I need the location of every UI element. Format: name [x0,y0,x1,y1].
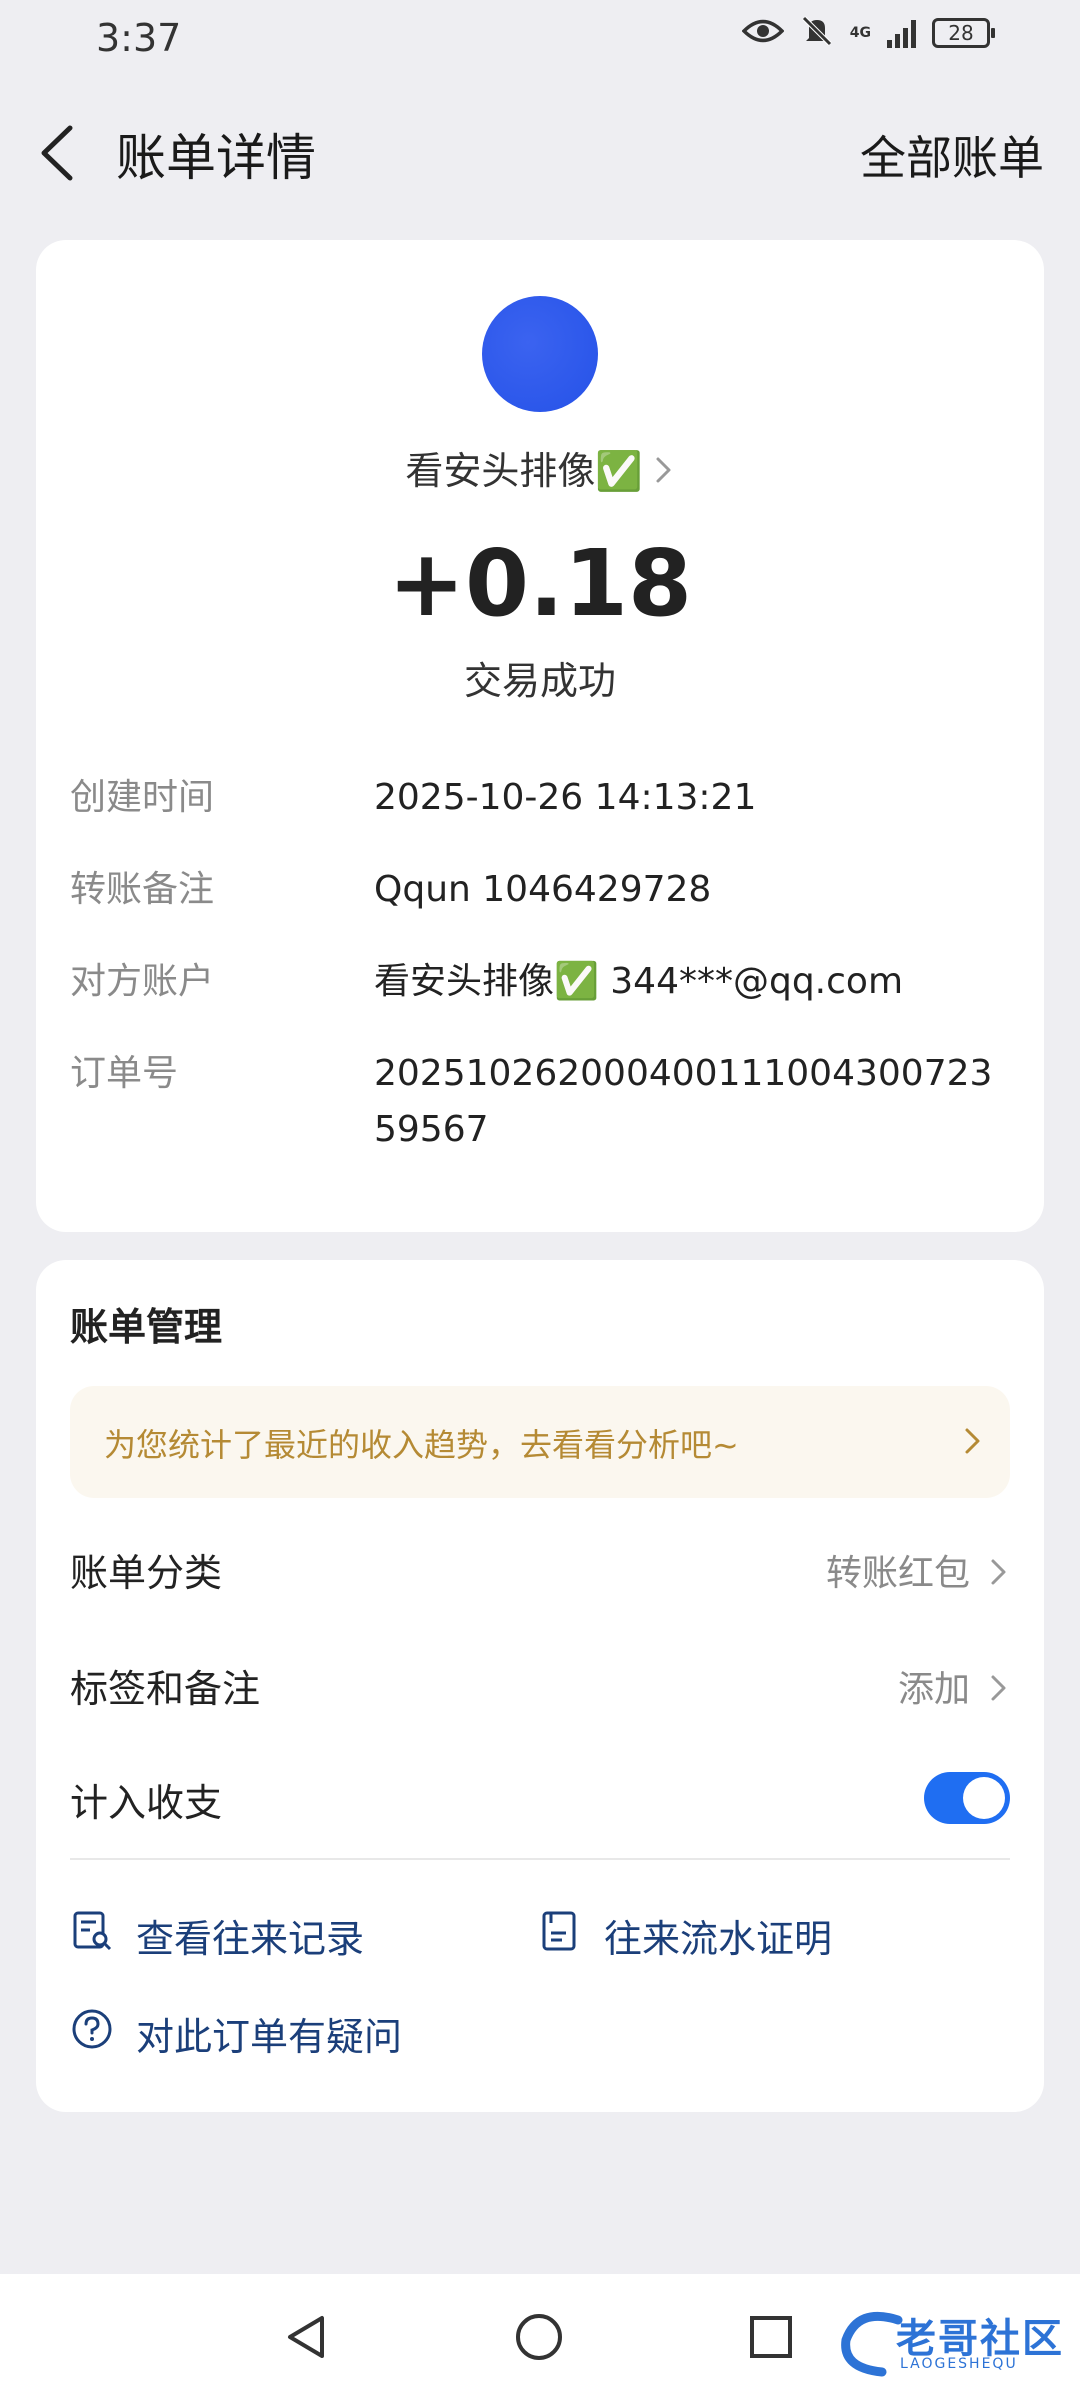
bill-management-card: 账单管理 为您统计了最近的收入趋势，去看看分析吧~ 账单分类 转账红包 标签和备… [36,1260,1044,2112]
triangle-back-icon [288,2316,324,2358]
all-bills-link[interactable]: 全部账单 [860,122,1044,188]
chevron-right-icon [653,452,675,496]
record-search-icon [70,1909,114,1962]
detail-value[interactable]: 20251026200040011100430072359567 [374,1046,1014,1158]
action-label: 查看往来记录 [136,1917,365,1961]
setting-label: 账单分类 [70,1551,223,1595]
transaction-summary-card: 看安头排像✅ +0.18 交易成功 创建时间 2025-10-26 14:13:… [36,240,1044,1232]
detail-label: 创建时间 [70,777,215,818]
section-title: 账单管理 [70,1305,223,1349]
setting-value: 转账红包 [825,1553,970,1594]
chevron-left-icon [41,125,73,181]
back-button[interactable] [30,118,90,188]
detail-label: 转账备注 [70,869,215,910]
status-icons: 4G 28 [741,14,995,52]
bell-muted-icon [800,14,834,52]
page-title: 账单详情 [116,129,316,187]
action-label: 对此订单有疑问 [136,2015,403,2059]
circle-home-icon [516,2314,562,2360]
chevron-right-icon [962,1424,984,1462]
network-type: 4G [849,25,871,41]
include-in-stats-toggle[interactable] [924,1772,1010,1824]
toggle-knob [963,1777,1005,1819]
payee-row[interactable]: 看安头排像✅ [36,440,1044,496]
income-trend-banner[interactable]: 为您统计了最近的收入趋势，去看看分析吧~ [70,1386,1010,1498]
transaction-status: 交易成功 [463,659,616,703]
setting-label: 计入收支 [70,1781,223,1825]
square-recents-icon [750,2316,792,2358]
nav-home-button[interactable] [514,2312,564,2366]
payee-name: 看安头排像✅ [405,449,643,493]
status-bar: 3:37 4G 28 [0,0,1080,80]
status-time: 3:37 [96,16,182,60]
detail-value: 看安头排像✅ 344***@qq.com [374,961,904,1002]
detail-label: 订单号 [70,1053,179,1094]
bill-category-row[interactable]: 账单分类 转账红包 [70,1532,1010,1612]
system-nav-bar: 老哥社区 LAOGESHEQU [0,2274,1080,2400]
avatar[interactable] [482,296,598,412]
battery-icon: 28 [932,18,995,48]
eye-icon [741,16,785,50]
watermark-subtext: LAOGESHEQU [900,2356,1018,2372]
certificate-icon [538,1909,582,1962]
chevron-right-icon [988,1670,1010,1714]
chevron-right-icon [988,1554,1010,1598]
setting-label: 标签和备注 [70,1667,261,1711]
setting-value: 添加 [897,1669,970,1710]
detail-value: Qqun 1046429728 [374,869,712,910]
divider [70,1858,1010,1860]
detail-value: 2025-10-26 14:13:21 [374,777,757,818]
nav-back-button[interactable] [282,2312,332,2366]
include-in-stats-row: 计入收支 [70,1762,1010,1842]
tags-notes-row[interactable]: 标签和备注 添加 [70,1648,1010,1728]
order-question-link[interactable]: 对此订单有疑问 [70,2006,402,2061]
question-circle-icon [70,2007,114,2060]
transaction-proof-link[interactable]: 往来流水证明 [538,1908,832,1963]
view-records-link[interactable]: 查看往来记录 [70,1908,364,1963]
detail-label: 对方账户 [70,961,215,1002]
amount: +0.18 [387,530,693,637]
signal-icon [887,18,916,48]
banner-text: 为您统计了最近的收入趋势，去看看分析吧~ [104,1426,739,1464]
watermark-logo: 老哥社区 LAOGESHEQU [838,2302,1068,2382]
nav-recents-button[interactable] [746,2312,796,2366]
header: 账单详情 全部账单 [0,100,1080,210]
action-label: 往来流水证明 [604,1917,833,1961]
